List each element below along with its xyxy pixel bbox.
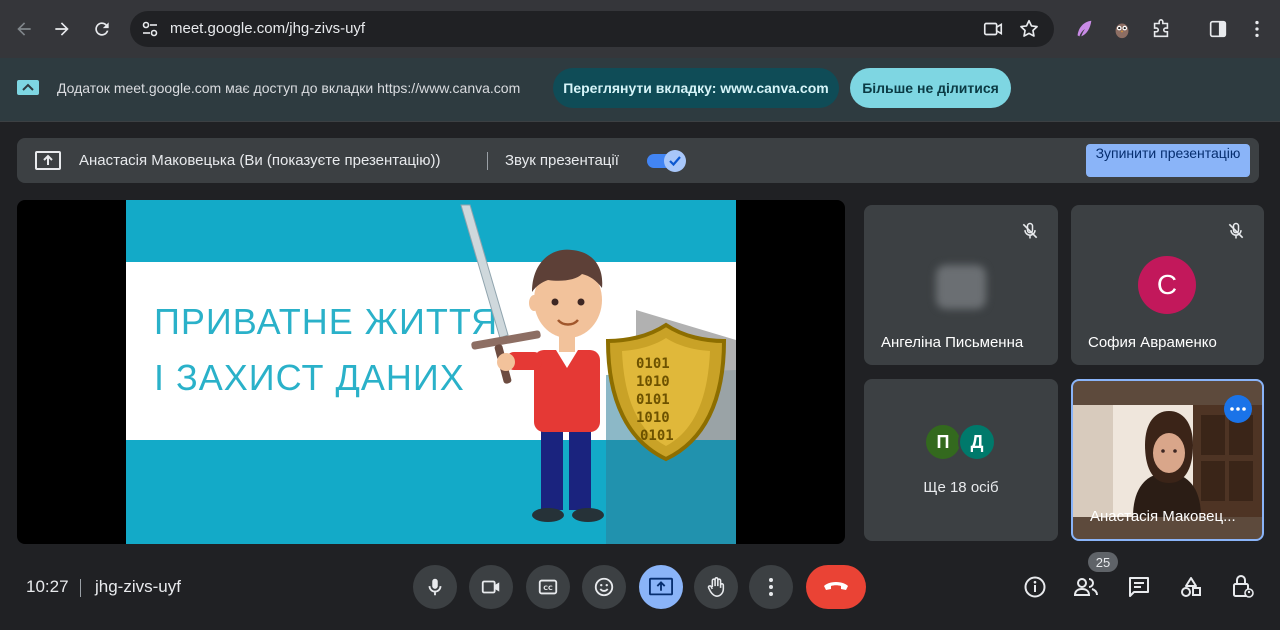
present-screen-icon	[649, 577, 673, 596]
meeting-time: 10:27	[26, 577, 69, 596]
mic-off-icon	[1020, 221, 1040, 241]
shield-binary-row: 0101	[636, 356, 670, 372]
sharing-message: Додаток meet.google.com має доступ до вк…	[57, 80, 521, 96]
participant-count-badge: 25	[1088, 552, 1118, 572]
avatar: Д	[958, 423, 996, 461]
more-options-icon[interactable]	[1224, 395, 1252, 423]
address-bar[interactable]: meet.google.com/jhg-zivs-uyf	[130, 11, 1054, 47]
camera-icon	[481, 580, 500, 594]
shield-binary-row: 1010	[636, 374, 670, 390]
participant-name: Ангеліна Письменна	[881, 334, 1024, 351]
divider	[80, 579, 81, 597]
presenter-name: Анастасія Маковецька (Ви (показуєте през…	[79, 152, 441, 169]
camera-in-use-icon[interactable]	[982, 18, 1004, 40]
participant-tile[interactable]: С София Авраменко	[1071, 205, 1264, 365]
divider	[487, 152, 488, 170]
extensions-puzzle-icon[interactable]	[1149, 17, 1173, 41]
microphone-icon	[428, 578, 442, 596]
activities-button[interactable]	[1178, 574, 1204, 600]
participant-name: Анастасія Маковец...	[1090, 508, 1236, 525]
leave-call-button[interactable]	[806, 565, 866, 609]
camera-button[interactable]	[469, 565, 513, 609]
screen-share-icon	[16, 78, 40, 98]
people-button[interactable]	[1073, 574, 1099, 600]
present-screen-icon	[35, 150, 61, 172]
more-options-button[interactable]	[749, 565, 793, 609]
meeting-code: jhg-zivs-uyf	[95, 577, 181, 596]
shield-binary-row: 1010	[636, 410, 670, 426]
host-controls-button[interactable]	[1230, 574, 1256, 600]
hand-icon	[707, 577, 725, 597]
check-icon[interactable]	[664, 150, 686, 172]
end-call-icon	[824, 582, 848, 590]
back-icon[interactable]	[12, 17, 36, 41]
blurred-avatar	[936, 265, 986, 309]
presentation-stage: ПРИВАТНЕ ЖИТТЯ І ЗАХИСТ ДАНИХ 0101 1010 …	[17, 200, 845, 544]
stop-presenting-button[interactable]: Зупинити презентацію	[1086, 144, 1250, 177]
participant-name: София Авраменко	[1088, 334, 1217, 351]
mic-off-icon	[1226, 221, 1246, 241]
raise-hand-button[interactable]	[694, 565, 738, 609]
reload-icon[interactable]	[90, 17, 114, 41]
browser-toolbar: meet.google.com/jhg-zivs-uyf	[0, 0, 1280, 58]
reactions-button[interactable]	[582, 565, 626, 609]
meeting-details-button[interactable]	[1022, 574, 1048, 600]
emoji-icon	[594, 577, 614, 597]
shapes-icon	[1181, 577, 1201, 597]
owl-extension-icon[interactable]	[1110, 17, 1134, 41]
view-tab-button[interactable]: Переглянути вкладку: www.canva.com	[553, 68, 839, 108]
slide-title-line-1: ПРИВАТНЕ ЖИТТЯ	[154, 301, 499, 342]
more-participants-tile[interactable]: П Д Ще 18 осіб	[864, 379, 1058, 541]
chat-icon	[1129, 577, 1149, 597]
microphone-button[interactable]	[413, 565, 457, 609]
tab-sharing-infobar: Додаток meet.google.com має доступ до вк…	[0, 58, 1280, 122]
site-info-icon[interactable]	[140, 19, 160, 39]
chat-button[interactable]	[1126, 574, 1152, 600]
shield-binary-row: 0101	[640, 428, 674, 444]
more-vert-icon	[769, 578, 773, 596]
bookmark-star-icon[interactable]	[1018, 18, 1040, 40]
people-icon	[1073, 578, 1098, 596]
more-participants-label: Ще 18 осіб	[923, 479, 999, 496]
lock-person-icon	[1233, 575, 1254, 598]
presentation-bar: Анастасія Маковецька (Ви (показуєте през…	[17, 138, 1259, 183]
present-now-button[interactable]	[639, 565, 683, 609]
stop-sharing-button[interactable]: Більше не ділитися	[850, 68, 1011, 108]
captions-button[interactable]: CC	[526, 565, 570, 609]
info-icon	[1024, 576, 1046, 598]
participant-tile[interactable]: Ангеліна Письменна	[864, 205, 1058, 365]
svg-text:CC: CC	[543, 584, 553, 592]
presentation-slide: ПРИВАТНЕ ЖИТТЯ І ЗАХИСТ ДАНИХ 0101 1010 …	[126, 200, 736, 544]
feather-extension-icon[interactable]	[1072, 17, 1096, 41]
browser-menu-icon[interactable]	[1245, 17, 1269, 41]
avatar: П	[924, 423, 962, 461]
knight-boy-illustration: 0101 1010 0101 1010 0101	[460, 204, 736, 544]
side-panel-icon[interactable]	[1206, 17, 1230, 41]
self-video-tile[interactable]: Анастасія Маковец...	[1071, 379, 1264, 541]
forward-icon[interactable]	[50, 17, 74, 41]
url-text: meet.google.com/jhg-zivs-uyf	[170, 20, 366, 37]
slide-title-line-2: І ЗАХИСТ ДАНИХ	[154, 357, 465, 398]
captions-icon: CC	[538, 579, 558, 595]
avatar: С	[1138, 256, 1196, 314]
shield-binary-row: 0101	[636, 392, 670, 408]
presentation-sound-label: Звук презентації	[505, 152, 619, 169]
